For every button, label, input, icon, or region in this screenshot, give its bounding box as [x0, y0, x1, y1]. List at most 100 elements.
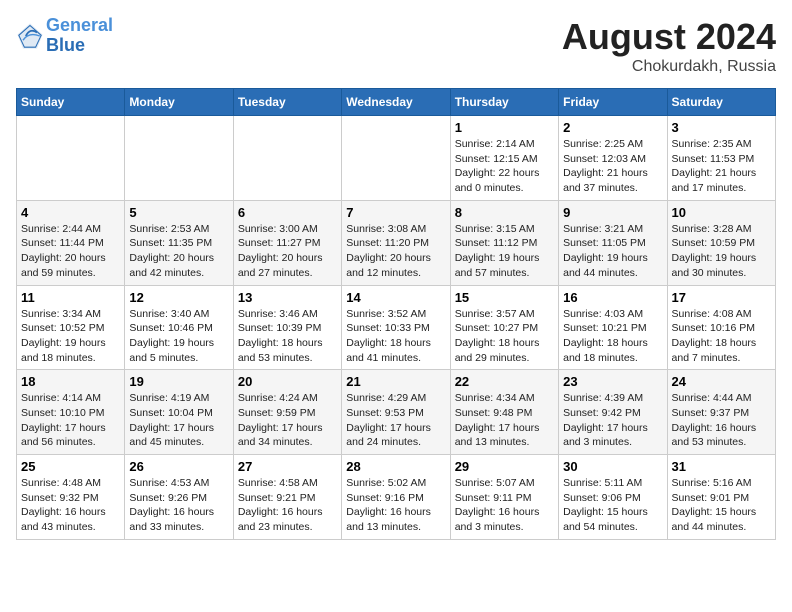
day-number: 6 — [238, 205, 337, 220]
table-row: 18 Sunrise: 4:14 AMSunset: 10:10 PMDaylig… — [17, 370, 125, 455]
day-info: Sunrise: 3:00 AMSunset: 11:27 PMDaylight… — [238, 222, 337, 281]
day-number: 9 — [563, 205, 662, 220]
table-row: 12Sunrise: 3:40 AMSunset: 10:46 PMDaylig… — [125, 285, 233, 370]
day-info: Sunrise: 3:40 AMSunset: 10:46 PMDaylight… — [129, 307, 228, 366]
table-row: 15 Sunrise: 3:57 AMSunset: 10:27 PMDaylig… — [450, 285, 558, 370]
day-info: Sunrise: 3:34 AMSunset: 10:52 PMDaylight… — [21, 307, 120, 366]
day-number: 21 — [346, 374, 445, 389]
day-info: Sunrise: 4:08 AMSunset: 10:16 PMDaylight… — [672, 307, 771, 366]
table-row: 7 Sunrise: 3:08 AMSunset: 11:20 PMDayligh… — [342, 200, 450, 285]
day-info: Sunrise: 4:39 AMSunset: 9:42 PMDaylight:… — [563, 391, 662, 450]
table-row: 2 Sunrise: 2:25 AMSunset: 12:03 AMDayligh… — [559, 116, 667, 201]
day-number: 20 — [238, 374, 337, 389]
day-number: 18 — [21, 374, 120, 389]
table-row — [125, 116, 233, 201]
day-info: Sunrise: 2:14 AMSunset: 12:15 AMDaylight… — [455, 137, 554, 196]
day-number: 13 — [238, 290, 337, 305]
table-row: 28Sunrise: 5:02 AMSunset: 9:16 PMDayligh… — [342, 455, 450, 540]
header-monday: Monday — [125, 89, 233, 116]
day-info: Sunrise: 3:08 AMSunset: 11:20 PMDaylight… — [346, 222, 445, 281]
header-tuesday: Tuesday — [233, 89, 341, 116]
table-row: 14 Sunrise: 3:52 AMSunset: 10:33 PMDaylig… — [342, 285, 450, 370]
day-number: 17 — [672, 290, 771, 305]
table-row: 10 Sunrise: 3:28 AMSunset: 10:59 PMDaylig… — [667, 200, 775, 285]
logo: GeneralBlue — [16, 16, 113, 56]
day-number: 23 — [563, 374, 662, 389]
table-row: 6 Sunrise: 3:00 AMSunset: 11:27 PMDayligh… — [233, 200, 341, 285]
header-wednesday: Wednesday — [342, 89, 450, 116]
day-info: Sunrise: 3:57 AMSunset: 10:27 PMDaylight… — [455, 307, 554, 366]
location: Chokurdakh, Russia — [562, 58, 776, 76]
day-number: 31 — [672, 459, 771, 474]
logo-text: GeneralBlue — [46, 16, 113, 56]
table-row — [342, 116, 450, 201]
day-info: Sunrise: 2:25 AMSunset: 12:03 AMDaylight… — [563, 137, 662, 196]
day-number: 11 — [21, 290, 120, 305]
table-row: 11 Sunrise: 3:34 AMSunset: 10:52 PMDaylig… — [17, 285, 125, 370]
day-number: 29 — [455, 459, 554, 474]
table-row: 23 Sunrise: 4:39 AMSunset: 9:42 PMDayligh… — [559, 370, 667, 455]
weekday-header-row: Sunday Monday Tuesday Wednesday Thursday… — [17, 89, 776, 116]
day-info: Sunrise: 4:24 AMSunset: 9:59 PMDaylight:… — [238, 391, 337, 450]
day-number: 27 — [238, 459, 337, 474]
calendar-week-row: 25 Sunrise: 4:48 AMSunset: 9:32 PMDayligh… — [17, 455, 776, 540]
day-number: 15 — [455, 290, 554, 305]
day-info: Sunrise: 4:53 AMSunset: 9:26 PMDaylight:… — [129, 476, 228, 535]
day-number: 28 — [346, 459, 445, 474]
table-row: 8 Sunrise: 3:15 AMSunset: 11:12 PMDayligh… — [450, 200, 558, 285]
day-number: 30 — [563, 459, 662, 474]
day-number: 2 — [563, 120, 662, 135]
table-row: 22 Sunrise: 4:34 AMSunset: 9:48 PMDayligh… — [450, 370, 558, 455]
day-info: Sunrise: 2:44 AMSunset: 11:44 PMDaylight… — [21, 222, 120, 281]
table-row: 31 Sunrise: 5:16 AMSunset: 9:01 PMDayligh… — [667, 455, 775, 540]
table-row: 13 Sunrise: 3:46 AMSunset: 10:39 PMDaylig… — [233, 285, 341, 370]
day-info: Sunrise: 5:07 AMSunset: 9:11 PMDaylight:… — [455, 476, 554, 535]
day-info: Sunrise: 4:19 AMSunset: 10:04 PMDaylight… — [129, 391, 228, 450]
day-number: 25 — [21, 459, 120, 474]
table-row: 26 Sunrise: 4:53 AMSunset: 9:26 PMDayligh… — [125, 455, 233, 540]
day-number: 22 — [455, 374, 554, 389]
table-row: 5Sunrise: 2:53 AMSunset: 11:35 PMDayligh… — [125, 200, 233, 285]
day-info: Sunrise: 4:14 AMSunset: 10:10 PMDaylight… — [21, 391, 120, 450]
title-block: August 2024 Chokurdakh, Russia — [562, 16, 776, 76]
table-row: 16 Sunrise: 4:03 AMSunset: 10:21 PMDaylig… — [559, 285, 667, 370]
day-number: 26 — [129, 459, 228, 474]
day-number: 24 — [672, 374, 771, 389]
calendar-week-row: 11 Sunrise: 3:34 AMSunset: 10:52 PMDaylig… — [17, 285, 776, 370]
day-number: 19 — [129, 374, 228, 389]
day-info: Sunrise: 4:48 AMSunset: 9:32 PMDaylight:… — [21, 476, 120, 535]
day-info: Sunrise: 5:16 AMSunset: 9:01 PMDaylight:… — [672, 476, 771, 535]
day-number: 3 — [672, 120, 771, 135]
table-row: 30 Sunrise: 5:11 AMSunset: 9:06 PMDayligh… — [559, 455, 667, 540]
header-sunday: Sunday — [17, 89, 125, 116]
day-info: Sunrise: 4:29 AMSunset: 9:53 PMDaylight:… — [346, 391, 445, 450]
day-info: Sunrise: 5:11 AMSunset: 9:06 PMDaylight:… — [563, 476, 662, 535]
day-info: Sunrise: 3:15 AMSunset: 11:12 PMDaylight… — [455, 222, 554, 281]
header-thursday: Thursday — [450, 89, 558, 116]
day-number: 8 — [455, 205, 554, 220]
day-info: Sunrise: 4:03 AMSunset: 10:21 PMDaylight… — [563, 307, 662, 366]
day-info: Sunrise: 3:52 AMSunset: 10:33 PMDaylight… — [346, 307, 445, 366]
day-info: Sunrise: 2:35 AMSunset: 11:53 PMDaylight… — [672, 137, 771, 196]
day-number: 1 — [455, 120, 554, 135]
day-info: Sunrise: 4:34 AMSunset: 9:48 PMDaylight:… — [455, 391, 554, 450]
day-info: Sunrise: 3:28 AMSunset: 10:59 PMDaylight… — [672, 222, 771, 281]
day-number: 7 — [346, 205, 445, 220]
calendar-week-row: 18 Sunrise: 4:14 AMSunset: 10:10 PMDaylig… — [17, 370, 776, 455]
calendar-week-row: 1 Sunrise: 2:14 AMSunset: 12:15 AMDayligh… — [17, 116, 776, 201]
day-number: 16 — [563, 290, 662, 305]
table-row: 20 Sunrise: 4:24 AMSunset: 9:59 PMDayligh… — [233, 370, 341, 455]
table-row: 25 Sunrise: 4:48 AMSunset: 9:32 PMDayligh… — [17, 455, 125, 540]
table-row: 17 Sunrise: 4:08 AMSunset: 10:16 PMDaylig… — [667, 285, 775, 370]
page-header: GeneralBlue August 2024 Chokurdakh, Russ… — [16, 16, 776, 76]
table-row: 4Sunrise: 2:44 AMSunset: 11:44 PMDayligh… — [17, 200, 125, 285]
day-info: Sunrise: 4:58 AMSunset: 9:21 PMDaylight:… — [238, 476, 337, 535]
day-number: 14 — [346, 290, 445, 305]
day-info: Sunrise: 3:46 AMSunset: 10:39 PMDaylight… — [238, 307, 337, 366]
table-row: 21 Sunrise: 4:29 AMSunset: 9:53 PMDayligh… — [342, 370, 450, 455]
table-row: 27 Sunrise: 4:58 AMSunset: 9:21 PMDayligh… — [233, 455, 341, 540]
header-friday: Friday — [559, 89, 667, 116]
day-number: 10 — [672, 205, 771, 220]
table-row: 29 Sunrise: 5:07 AMSunset: 9:11 PMDayligh… — [450, 455, 558, 540]
month-year: August 2024 — [562, 16, 776, 58]
